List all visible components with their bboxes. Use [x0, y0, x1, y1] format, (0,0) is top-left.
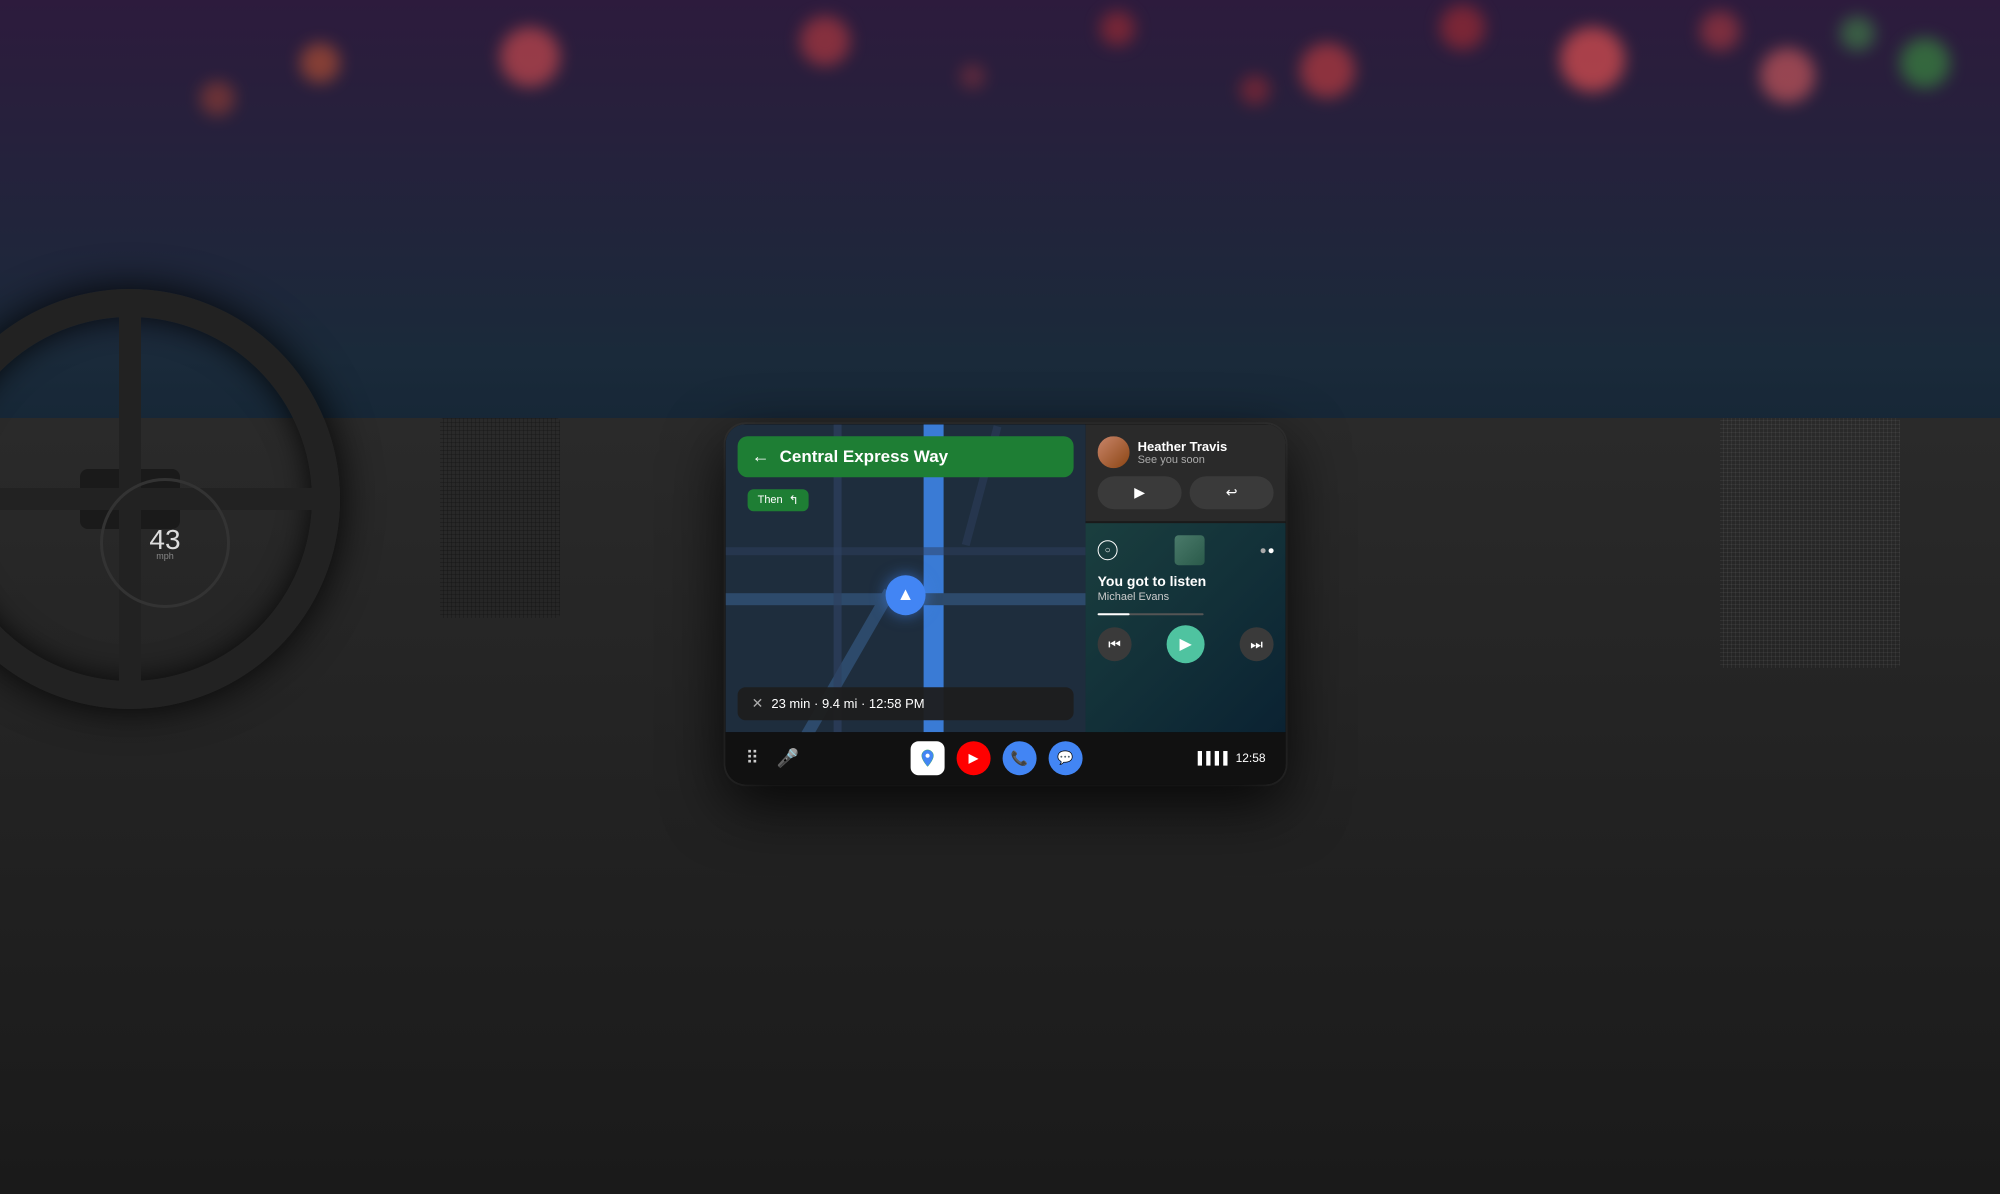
then-label: Then — [758, 494, 783, 506]
marker-circle: ▲ — [886, 575, 926, 615]
right-panel: Heather Travis See you soon ▶ ↩ — [1086, 424, 1286, 732]
message-card[interactable]: Heather Travis See you soon ▶ ↩ — [1086, 424, 1286, 521]
system-time: 12:58 — [1236, 751, 1266, 765]
map-road-3 — [726, 547, 1086, 555]
contact-avatar — [1098, 436, 1130, 468]
message-preview: See you soon — [1138, 454, 1274, 466]
eta-distance: 9.4 mi — [822, 696, 857, 711]
taskbar-right: ▐▐▐▐ 12:58 — [1194, 751, 1266, 765]
messages-app-icon[interactable]: 💬 — [1048, 741, 1082, 775]
screen-content: ← Central Express Way Then ↰ ▲ ✕ 23 min … — [726, 424, 1286, 732]
maps-app-icon[interactable] — [910, 741, 944, 775]
bokeh-light — [1840, 16, 1875, 51]
eta-minutes: 23 min — [771, 696, 810, 711]
dot-2 — [1269, 548, 1274, 553]
eta-time: 12:58 PM — [869, 696, 925, 711]
map-section[interactable]: ← Central Express Way Then ↰ ▲ ✕ 23 min … — [726, 424, 1086, 732]
bokeh-light — [200, 81, 235, 116]
eta-info: 23 min · 9.4 mi · 12:58 PM — [771, 696, 924, 711]
song-title: You got to listen — [1098, 573, 1274, 589]
play-pause-button[interactable]: ▶ — [1167, 625, 1205, 663]
speaker-grille-right — [1720, 418, 1900, 668]
play-pause-icon: ▶ — [1179, 634, 1191, 654]
cluster-ring: 43 mph — [100, 478, 230, 608]
bokeh-light — [1440, 5, 1485, 50]
taskbar-left: ⠿ 🎤 — [746, 748, 800, 769]
music-card[interactable]: ○ You got to listen Michael Evans — [1086, 523, 1286, 732]
street-name: Central Express Way — [780, 447, 949, 467]
bokeh-light — [300, 43, 340, 83]
music-service-icon: ○ — [1098, 540, 1118, 560]
bokeh-light — [500, 27, 560, 87]
bokeh-light — [1560, 27, 1625, 92]
steering-wheel-area — [0, 239, 600, 1194]
instrument-cluster: 43 mph — [100, 478, 300, 638]
bokeh-light — [960, 64, 985, 89]
next-track-button[interactable]: ⏭ — [1240, 627, 1274, 661]
youtube-music-app-icon[interactable]: ▶ — [956, 741, 990, 775]
bokeh-light — [1100, 11, 1135, 46]
phone-app-icon[interactable]: 📞 — [1002, 741, 1036, 775]
close-navigation-icon[interactable]: ✕ — [752, 695, 764, 712]
android-auto-screen: ← Central Express Way Then ↰ ▲ ✕ 23 min … — [726, 424, 1286, 784]
play-message-button[interactable]: ▶ — [1098, 476, 1182, 509]
then-arrow-icon: ↰ — [789, 493, 799, 507]
message-actions: ▶ ↩ — [1098, 476, 1274, 509]
bokeh-light — [1900, 38, 1950, 88]
album-art — [1174, 535, 1204, 565]
taskbar: ⠿ 🎤 ▶ 📞 💬 ▐▐▐▐ 12:58 — [726, 732, 1286, 784]
music-progress-fill — [1098, 613, 1130, 615]
bokeh-light — [1300, 43, 1355, 98]
then-indicator: Then ↰ — [748, 489, 809, 511]
reply-icon: ↩ — [1226, 484, 1238, 501]
navigation-header[interactable]: ← Central Express Way — [738, 436, 1074, 477]
dot-1 — [1261, 548, 1266, 553]
bokeh-light — [800, 16, 850, 66]
turn-arrow-icon: ← — [752, 446, 770, 467]
taskbar-center: ▶ 📞 💬 — [799, 741, 1193, 775]
bokeh-light — [1700, 11, 1740, 51]
music-controls: ⏮ ▶ ⏭ — [1098, 625, 1274, 663]
bokeh-light — [1760, 48, 1815, 103]
app-launcher-icon[interactable]: ⠿ — [746, 748, 759, 769]
navigation-arrow-icon: ▲ — [897, 585, 915, 606]
music-dots — [1261, 548, 1274, 553]
reply-message-button[interactable]: ↩ — [1190, 476, 1274, 509]
eta-bar[interactable]: ✕ 23 min · 9.4 mi · 12:58 PM — [738, 687, 1074, 720]
music-progress-bar — [1098, 613, 1204, 615]
contact-name: Heather Travis — [1138, 439, 1274, 454]
message-header: Heather Travis See you soon — [1098, 436, 1274, 468]
previous-track-button[interactable]: ⏮ — [1098, 627, 1132, 661]
voice-search-icon[interactable]: 🎤 — [777, 748, 799, 769]
signal-strength-icon: ▐▐▐▐ — [1194, 751, 1228, 765]
prev-icon: ⏮ — [1108, 636, 1121, 653]
music-top-row: ○ — [1098, 535, 1274, 565]
next-icon: ⏭ — [1250, 636, 1263, 653]
avatar-image — [1098, 436, 1130, 468]
artist-name: Michael Evans — [1098, 591, 1274, 603]
car-location-marker: ▲ — [886, 575, 926, 615]
message-info: Heather Travis See you soon — [1138, 439, 1274, 466]
bokeh-light — [1240, 75, 1270, 105]
music-content: ○ You got to listen Michael Evans — [1098, 535, 1274, 663]
play-icon: ▶ — [1134, 484, 1145, 501]
